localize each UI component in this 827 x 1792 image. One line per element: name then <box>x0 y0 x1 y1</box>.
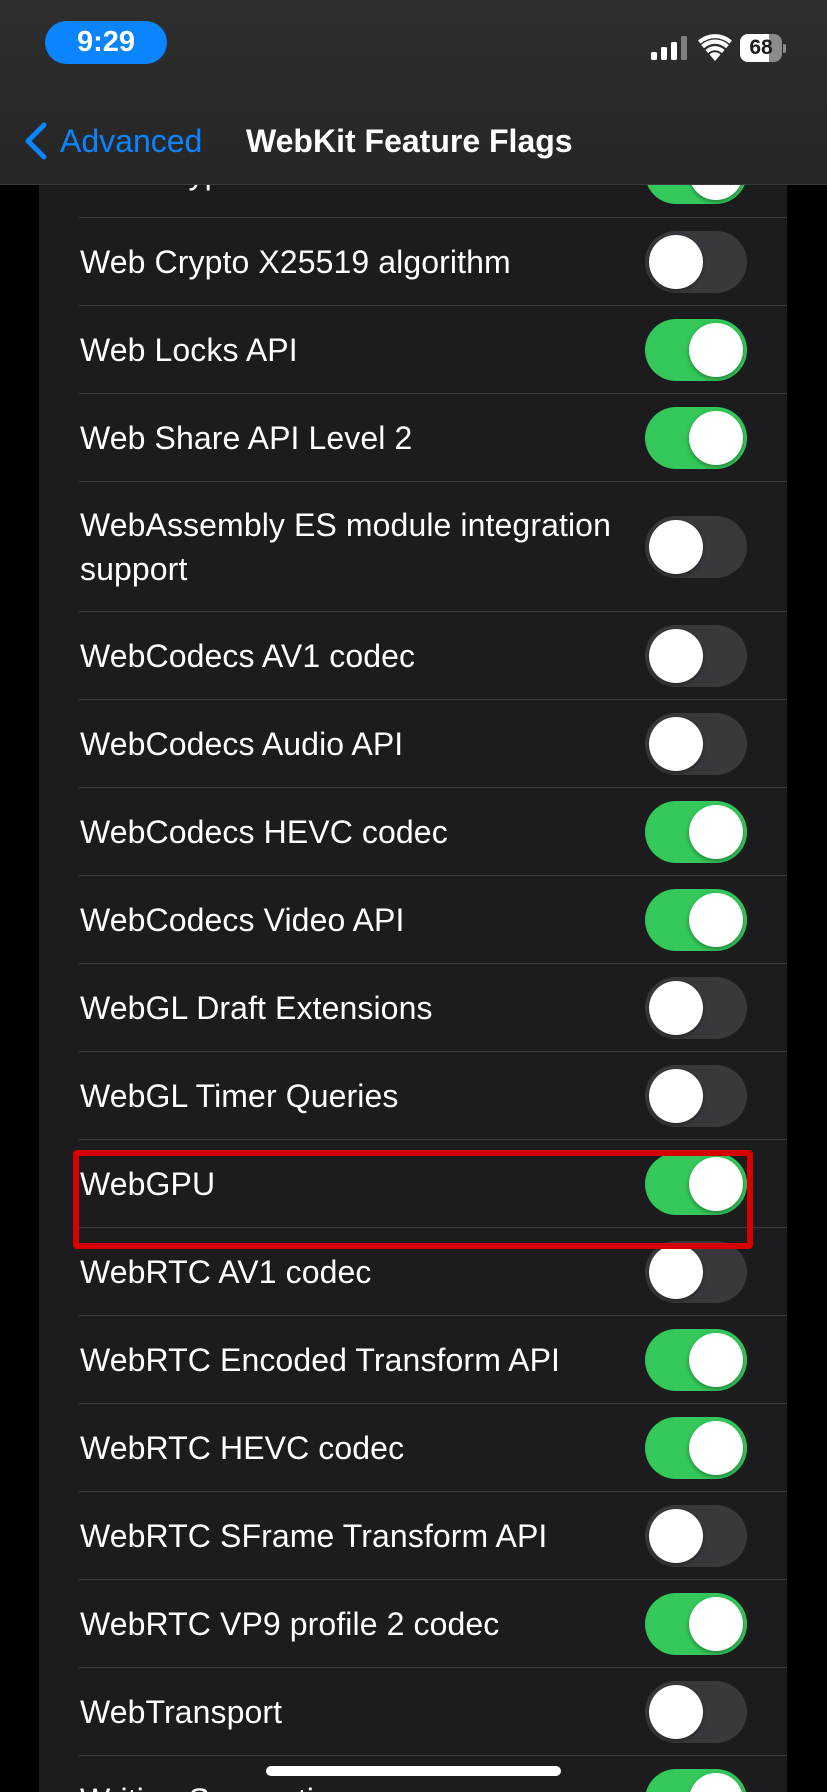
flag-toggle-writing-suggestions[interactable] <box>645 1769 747 1792</box>
flag-row-webcodecs-video-api: WebCodecs Video API <box>39 876 787 964</box>
toggle-knob <box>689 1421 743 1475</box>
wifi-icon <box>698 34 732 61</box>
flag-label: WebCodecs Video API <box>80 902 405 938</box>
flag-row-webrtc-vp9-profile-2-codec: WebRTC VP9 profile 2 codec <box>39 1580 787 1668</box>
top-bars: 9:29 68 Advanced WebKit Feature Flags <box>0 0 827 185</box>
flag-label: Web Share API Level 2 <box>80 420 413 456</box>
flag-row-webgpu: WebGPU <box>39 1140 787 1228</box>
toggle-knob <box>689 893 743 947</box>
flag-row-web-locks-api: Web Locks API <box>39 306 787 394</box>
flag-label: WebCodecs Audio API <box>80 726 404 762</box>
flag-label: WebGL Draft Extensions <box>80 990 433 1026</box>
toggle-knob <box>689 1773 743 1792</box>
flag-toggle-webassembly-es-module-integration-support[interactable] <box>645 516 747 578</box>
toggle-knob <box>649 981 703 1035</box>
toggle-knob <box>689 805 743 859</box>
status-bar: 9:29 68 <box>0 0 827 90</box>
flag-toggle-webgl-draft-extensions[interactable] <box>645 977 747 1039</box>
back-button[interactable]: Advanced <box>22 116 202 166</box>
toggle-knob <box>689 411 743 465</box>
flag-toggle-webrtc-sframe-transform-api[interactable] <box>645 1505 747 1567</box>
flag-row-webtransport: WebTransport <box>39 1668 787 1756</box>
flag-label: WebTransport <box>80 1694 283 1730</box>
flag-toggle-webcodecs-av1-codec[interactable] <box>645 625 747 687</box>
flag-row-webcodecs-av1-codec: WebCodecs AV1 codec <box>39 612 787 700</box>
flag-toggle-webgl-timer-queries[interactable] <box>645 1065 747 1127</box>
flag-toggle-webcodecs-hevc-codec[interactable] <box>645 801 747 863</box>
flag-label: WebRTC VP9 profile 2 codec <box>80 1606 500 1642</box>
flag-toggle-webgpu[interactable] <box>645 1153 747 1215</box>
flag-label: WebGPU <box>80 1166 216 1202</box>
screen: Web Crypto Safe CurvesWeb Crypto X25519 … <box>0 0 827 1792</box>
flag-label: WebRTC AV1 codec <box>80 1254 372 1290</box>
flag-row-webrtc-hevc-codec: WebRTC HEVC codec <box>39 1404 787 1492</box>
back-button-label: Advanced <box>60 122 203 159</box>
flag-toggle-webtransport[interactable] <box>645 1681 747 1743</box>
flag-toggle-webcodecs-video-api[interactable] <box>645 889 747 951</box>
feature-flag-list: Web Crypto Safe CurvesWeb Crypto X25519 … <box>39 128 787 1792</box>
toggle-knob <box>649 235 703 289</box>
battery-icon: 68 <box>740 34 786 62</box>
flag-row-web-share-api-level-2: Web Share API Level 2 <box>39 394 787 482</box>
status-time[interactable]: 9:29 <box>45 21 167 64</box>
flag-row-webrtc-av1-codec: WebRTC AV1 codec <box>39 1228 787 1316</box>
flag-toggle-webrtc-vp9-profile-2-codec[interactable] <box>645 1593 747 1655</box>
flag-label: WebAssembly ES module integration suppor… <box>80 507 611 587</box>
flag-row-webassembly-es-module-integration-support: WebAssembly ES module integration suppor… <box>39 482 787 612</box>
toggle-knob <box>649 1245 703 1299</box>
toggle-knob <box>649 1685 703 1739</box>
chevron-left-icon <box>25 122 47 160</box>
home-indicator[interactable] <box>266 1766 561 1776</box>
flag-label: Web Locks API <box>80 332 298 368</box>
flag-row-webcodecs-hevc-codec: WebCodecs HEVC codec <box>39 788 787 876</box>
flag-row-web-crypto-x25519-algorithm: Web Crypto X25519 algorithm <box>39 218 787 306</box>
battery-body: 68 <box>740 34 782 62</box>
toggle-knob <box>689 1333 743 1387</box>
flag-label: Web Crypto X25519 algorithm <box>80 244 511 280</box>
flag-row-webgl-timer-queries: WebGL Timer Queries <box>39 1052 787 1140</box>
toggle-knob <box>649 629 703 683</box>
flag-row-webrtc-sframe-transform-api: WebRTC SFrame Transform API <box>39 1492 787 1580</box>
flag-toggle-web-locks-api[interactable] <box>645 319 747 381</box>
flag-toggle-web-crypto-x25519-algorithm[interactable] <box>645 231 747 293</box>
toggle-knob <box>649 717 703 771</box>
page-title: WebKit Feature Flags <box>246 122 573 159</box>
flag-label: WebRTC Encoded Transform API <box>80 1342 561 1378</box>
toggle-knob <box>689 1157 743 1211</box>
toggle-knob <box>649 1069 703 1123</box>
flag-row-webcodecs-audio-api: WebCodecs Audio API <box>39 700 787 788</box>
navigation-bar: Advanced WebKit Feature Flags <box>0 100 827 184</box>
flag-label: WebRTC HEVC codec <box>80 1430 405 1466</box>
flag-row-webgl-draft-extensions: WebGL Draft Extensions <box>39 964 787 1052</box>
flag-label: Writing Suggestions <box>80 1778 629 1792</box>
flag-toggle-webcodecs-audio-api[interactable] <box>645 713 747 775</box>
flag-label: WebGL Timer Queries <box>80 1078 399 1114</box>
toggle-knob <box>649 1509 703 1563</box>
cellular-signal-icon <box>651 36 687 60</box>
toggle-knob <box>689 1597 743 1651</box>
flag-label: WebCodecs HEVC codec <box>80 814 448 850</box>
flag-toggle-web-share-api-level-2[interactable] <box>645 407 747 469</box>
flag-toggle-webrtc-encoded-transform-api[interactable] <box>645 1329 747 1391</box>
battery-cap <box>783 44 786 53</box>
toggle-knob <box>649 520 703 574</box>
flag-label: WebCodecs AV1 codec <box>80 638 416 674</box>
flag-toggle-webrtc-av1-codec[interactable] <box>645 1241 747 1303</box>
flag-toggle-webrtc-hevc-codec[interactable] <box>645 1417 747 1479</box>
battery-level: 68 <box>749 36 773 59</box>
flag-label: WebRTC SFrame Transform API <box>80 1518 548 1554</box>
flag-row-webrtc-encoded-transform-api: WebRTC Encoded Transform API <box>39 1316 787 1404</box>
toggle-knob <box>689 323 743 377</box>
